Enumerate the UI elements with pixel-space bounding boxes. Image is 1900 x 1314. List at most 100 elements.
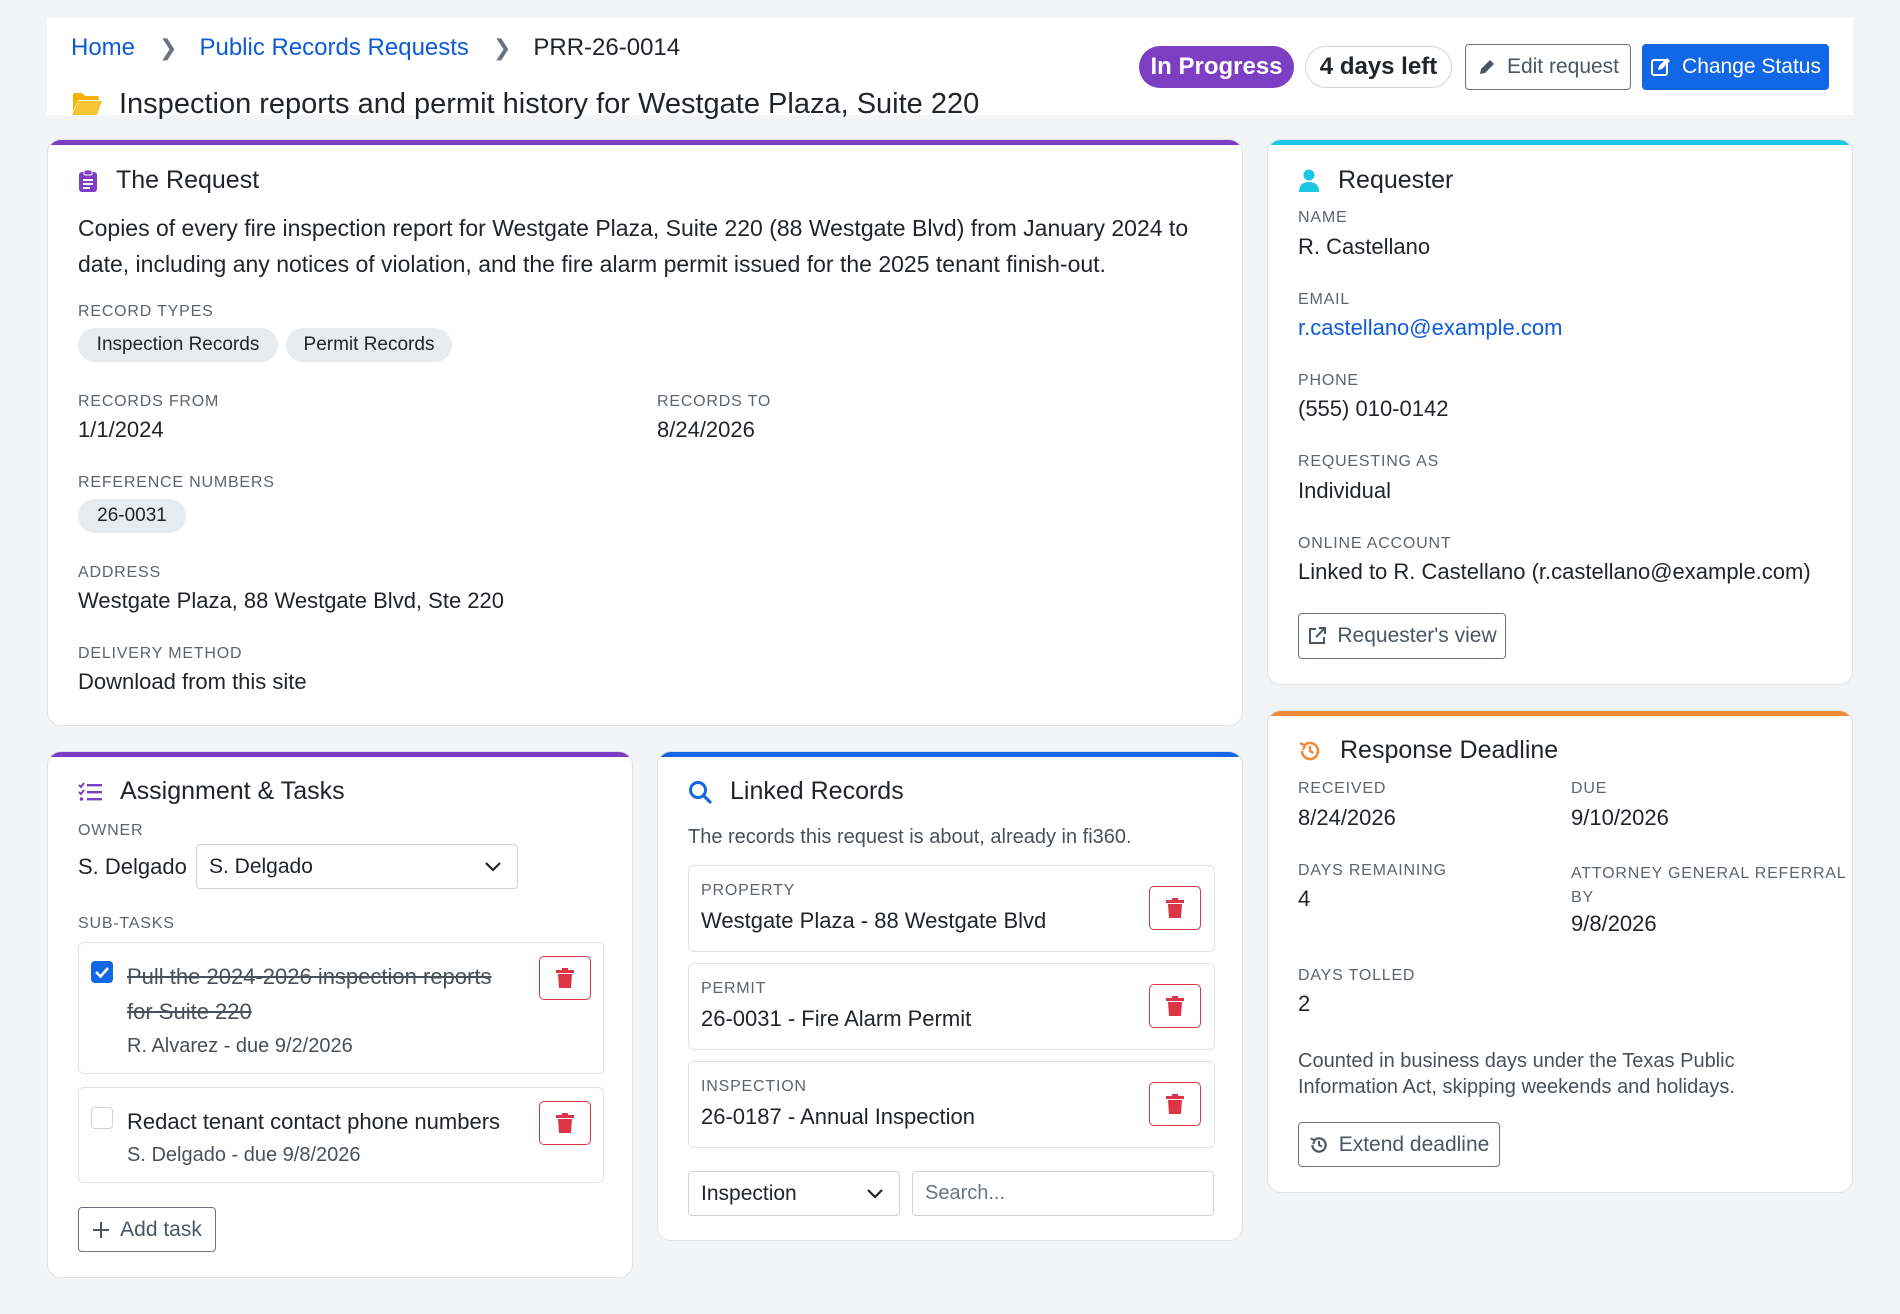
title-row: Inspection reports and permit history fo… [71, 82, 979, 126]
received-label: Received [1298, 780, 1387, 797]
received-value: 8/24/2026 [1298, 805, 1396, 830]
unlink-record-button[interactable] [1149, 886, 1201, 930]
trash-icon [1166, 1094, 1184, 1114]
online-account-label: Online Account [1298, 535, 1452, 552]
email-link[interactable]: r.castellano@example.com [1298, 315, 1562, 341]
days-left-badge: 4 days left [1305, 46, 1452, 88]
user-icon [1299, 169, 1319, 192]
requester-card: Requester Name R. Castellano Email r.cas… [1267, 139, 1853, 685]
trash-icon [556, 968, 574, 988]
breadcrumb-home[interactable]: Home [71, 34, 135, 62]
search-icon [689, 780, 712, 804]
records-to-value: 8/24/2026 [657, 417, 755, 442]
reference-numbers-label: Reference Numbers [78, 474, 275, 491]
deadline-note-line: Information Act, skipping weekends and h… [1298, 1076, 1735, 1098]
requester-heading-text: Requester [1338, 166, 1454, 194]
card-accent [48, 140, 1242, 145]
task-item: Pull the 2024-2026 inspection reports fo… [78, 942, 604, 1074]
owner-select-value: S. Delgado [209, 854, 313, 878]
check-icon [95, 967, 109, 979]
owner-value: S. Delgado [78, 854, 187, 879]
breadcrumb-section[interactable]: Public Records Requests [199, 34, 468, 62]
add-task-button[interactable]: Add task [78, 1207, 216, 1252]
days-tolled-value: 2 [1298, 991, 1311, 1016]
request-description-line: date, including any notices of violation… [78, 251, 1106, 277]
linked-records-subtitle: The records this request is about, alrea… [688, 826, 1132, 848]
clipboard-icon [79, 169, 97, 192]
linked-records-card: Linked Records The records this request … [657, 751, 1243, 1241]
requester-heading: Requester [1298, 166, 1453, 195]
requesters-view-button[interactable]: Requester's view [1298, 613, 1506, 659]
card-accent [1268, 711, 1852, 716]
unlink-record-button[interactable] [1149, 984, 1201, 1028]
deadline-note-line: Counted in business days under the Texas… [1298, 1050, 1735, 1072]
name-label: Name [1298, 209, 1348, 226]
requesting-as-label: Requesting As [1298, 453, 1440, 470]
record-types-label: Record Types [78, 303, 214, 320]
request-card: The Request Copies of every fire inspect… [47, 139, 1243, 726]
extend-deadline-button[interactable]: Extend deadline [1298, 1122, 1500, 1167]
record-type-select[interactable]: Inspection [688, 1171, 900, 1216]
delivery-method-label: Delivery Method [78, 645, 243, 662]
ag-referral-label: Attorney General Referral By [1571, 862, 1846, 910]
task-list-icon [78, 781, 102, 801]
delete-task-button[interactable] [539, 956, 591, 1000]
request-heading: The Request [78, 166, 259, 195]
linked-record-search-input[interactable] [912, 1171, 1214, 1216]
history-icon [1299, 741, 1320, 760]
ag-referral-label-line: Attorney General Referral [1571, 865, 1847, 882]
linked-records-heading: Linked Records [688, 777, 904, 806]
linked-record-item: Inspection 26-0187 - Annual Inspection [688, 1061, 1215, 1148]
linked-record-type: Property [701, 882, 796, 899]
task-checkbox[interactable] [91, 961, 113, 983]
ag-referral-label-line: By [1571, 889, 1594, 906]
requesters-view-label: Requester's view [1337, 624, 1497, 647]
linked-record-value[interactable]: Westgate Plaza - 88 Westgate Blvd [701, 908, 1046, 934]
change-status-label: Change Status [1682, 55, 1821, 78]
task-title-line: Pull the 2024-2026 inspection reports [127, 964, 492, 989]
due-label: Due [1571, 780, 1608, 797]
card-accent [48, 752, 632, 757]
task-title: Redact tenant contact phone numbers [127, 1109, 501, 1134]
edit-request-label: Edit request [1506, 55, 1620, 78]
task-checkbox[interactable] [91, 1107, 113, 1129]
folder-open-icon [72, 93, 102, 115]
records-from-value: 1/1/2024 [78, 417, 164, 442]
tasks-heading-text: Assignment & Tasks [120, 777, 345, 805]
record-type-select-value: Inspection [701, 1181, 797, 1205]
tasks-card: Assignment & Tasks Owner S. Delgado S. D… [47, 751, 633, 1278]
task-title: Pull the 2024-2026 inspection reports fo… [127, 959, 491, 1029]
days-remaining-value: 4 [1298, 886, 1311, 911]
phone-value: (555) 010-0142 [1298, 396, 1449, 421]
linked-record-item: Property Westgate Plaza - 88 Westgate Bl… [688, 865, 1215, 952]
delivery-method-value: Download from this site [78, 669, 307, 694]
delete-task-button[interactable] [539, 1101, 591, 1145]
linked-record-type: Inspection [701, 1078, 807, 1095]
requesting-as-value: Individual [1298, 478, 1391, 503]
days-remaining-label: Days Remaining [1298, 862, 1447, 879]
tasks-heading: Assignment & Tasks [78, 777, 345, 806]
deadline-heading: Response Deadline [1298, 736, 1558, 765]
reference-number-chip: 26-0031 [78, 499, 186, 533]
name-value: R. Castellano [1298, 234, 1431, 259]
deadline-card: Response Deadline Received 8/24/2026 Due… [1267, 710, 1853, 1193]
edit-request-button[interactable]: Edit request [1465, 44, 1631, 90]
trash-icon [556, 1113, 574, 1133]
add-task-label: Add task [120, 1217, 202, 1241]
plus-icon [93, 1221, 110, 1238]
days-tolled-label: Days Tolled [1298, 967, 1416, 984]
linked-record-value[interactable]: 26-0031 - Fire Alarm Permit [701, 1006, 971, 1032]
records-to-label: Records To [657, 393, 772, 410]
page-header: Home ❯ Public Records Requests ❯ PRR-26-… [47, 18, 1853, 120]
deadline-heading-text: Response Deadline [1340, 736, 1559, 764]
owner-select[interactable]: S. Delgado [196, 844, 518, 889]
card-accent [658, 752, 1242, 757]
task-meta: S. Delgado - due 9/8/2026 [127, 1144, 361, 1166]
chevron-down-icon [485, 861, 501, 872]
page-title: Inspection reports and permit history fo… [119, 87, 980, 120]
request-description: Copies of every fire inspection report f… [78, 210, 1188, 282]
unlink-record-button[interactable] [1149, 1082, 1201, 1126]
breadcrumb-current: PRR-26-0014 [533, 34, 681, 61]
linked-record-value[interactable]: 26-0187 - Annual Inspection [701, 1104, 975, 1130]
change-status-button[interactable]: Change Status [1642, 44, 1829, 90]
